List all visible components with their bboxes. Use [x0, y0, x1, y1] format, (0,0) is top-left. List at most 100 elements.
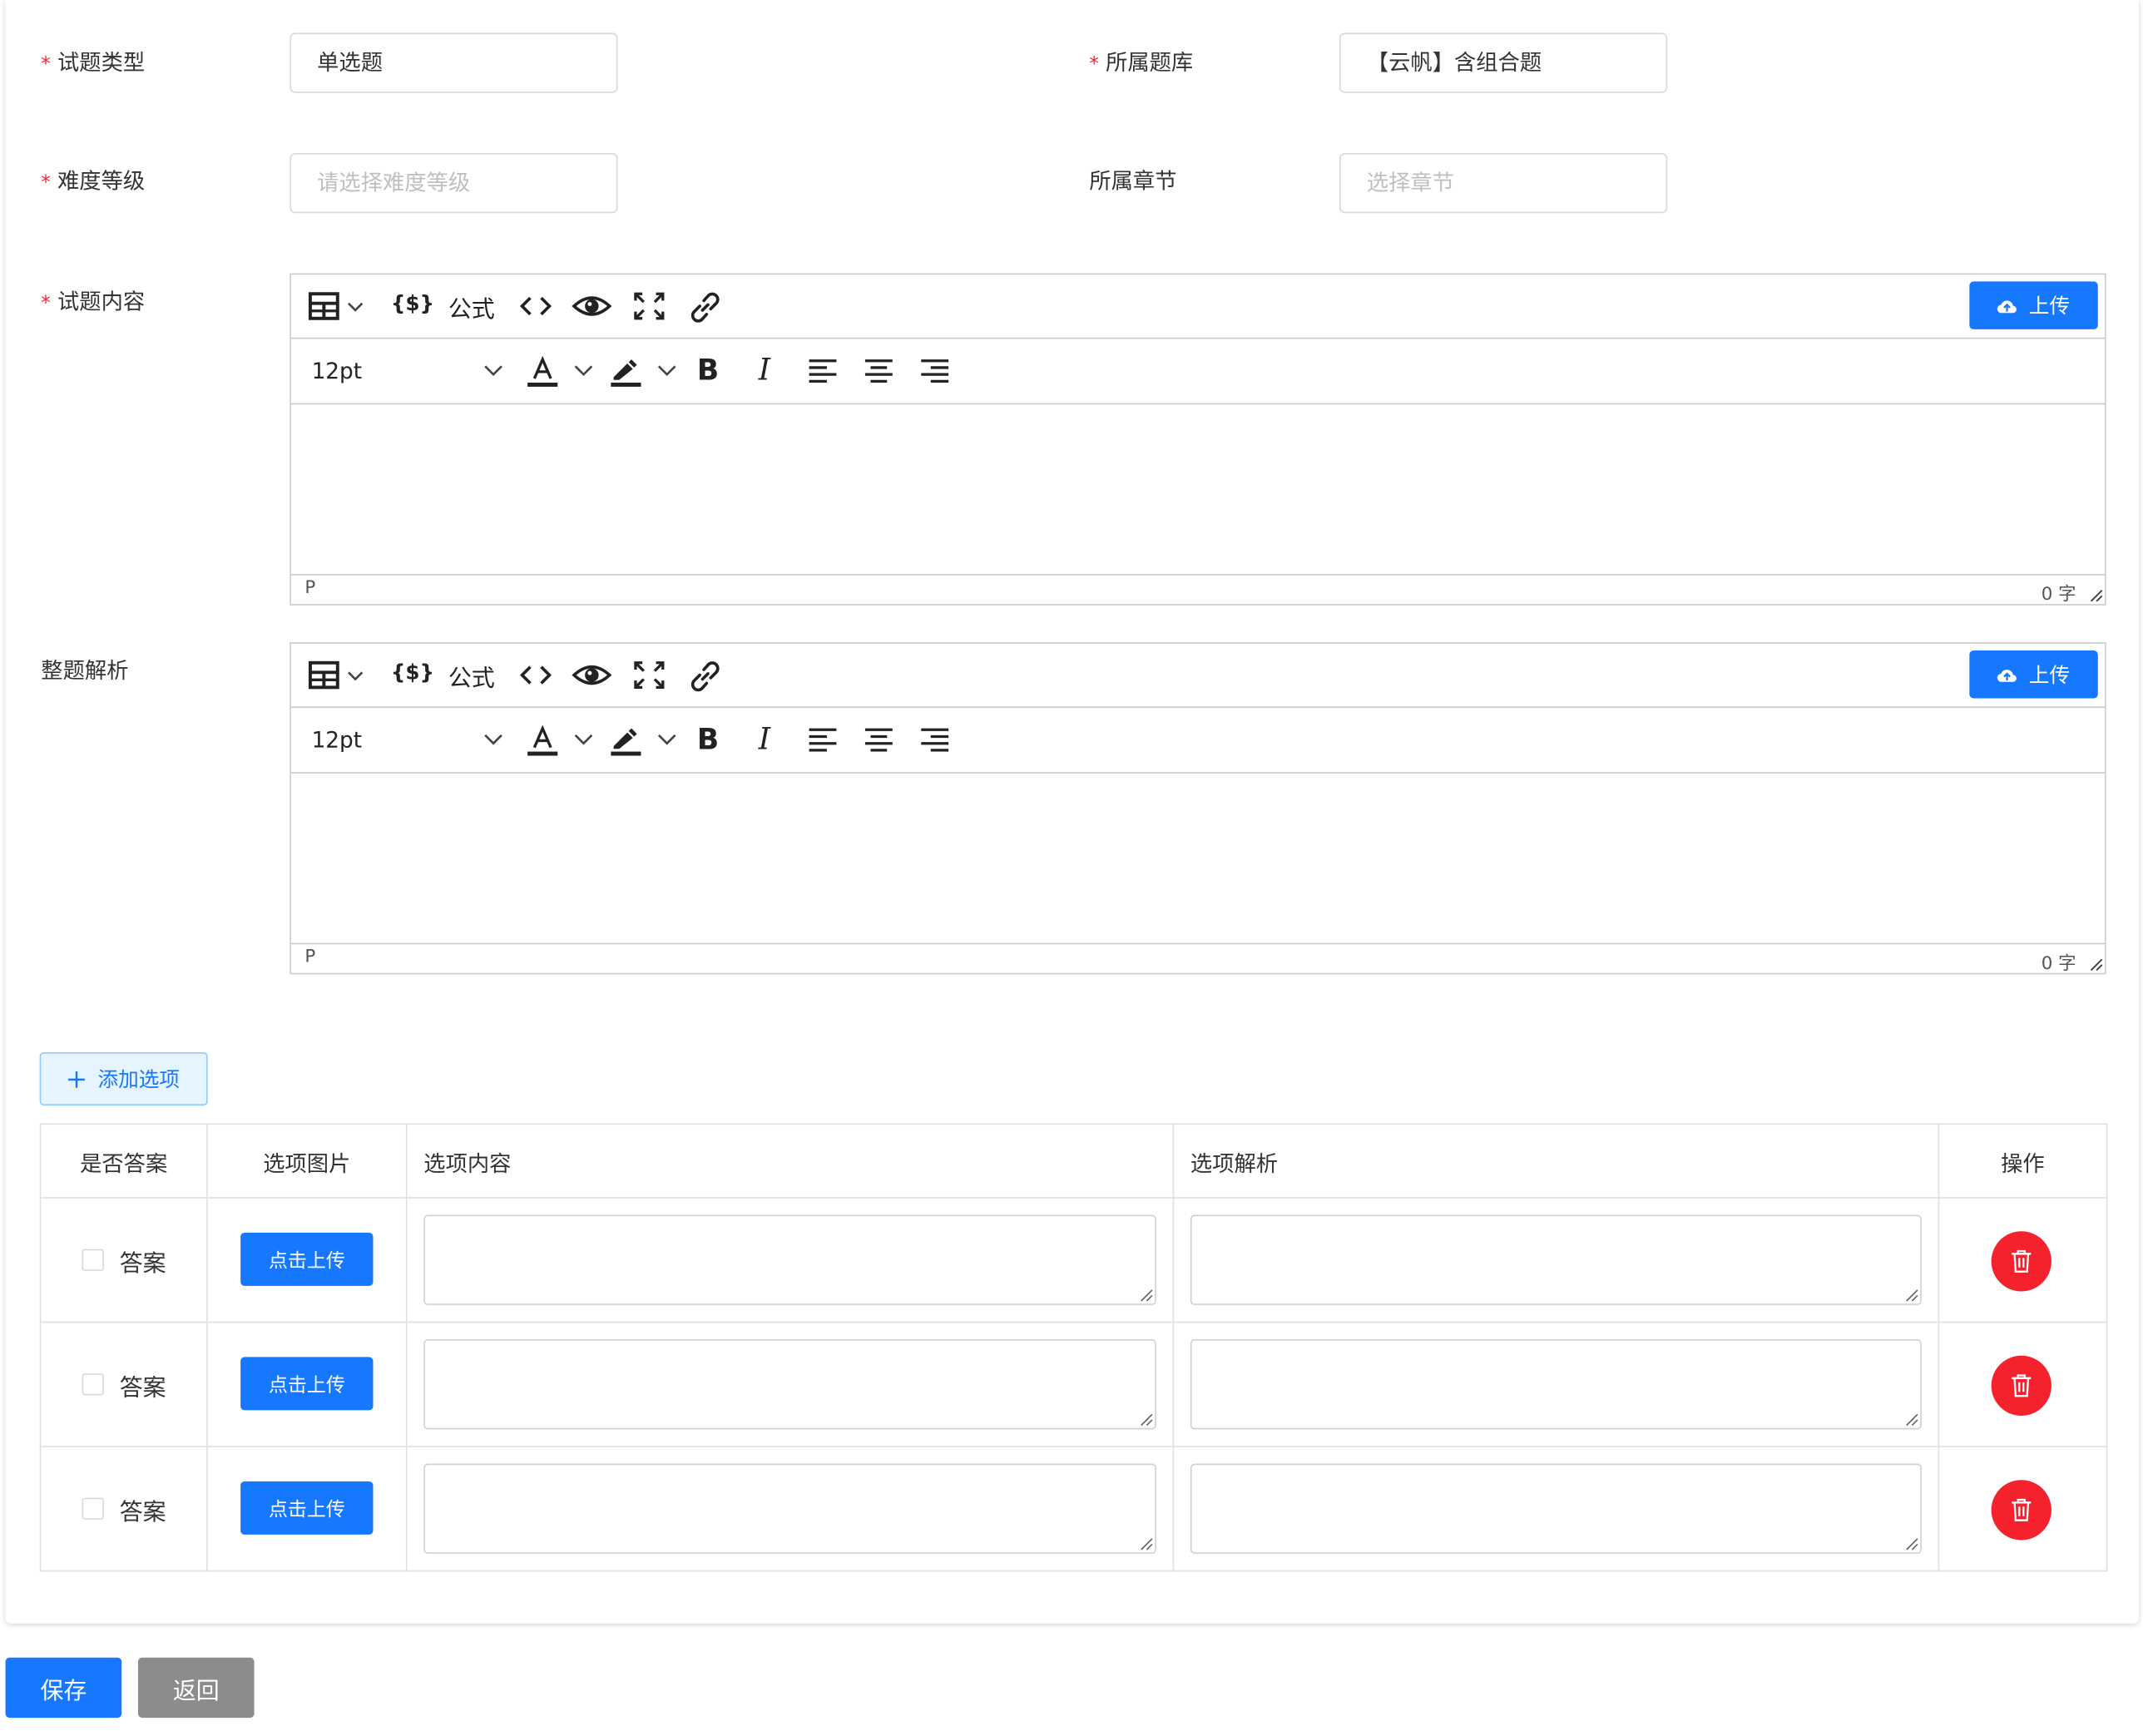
- content-editor: {$} 公式 上传 12pt B I P 0 字: [290, 273, 2106, 606]
- back-button[interactable]: 返回: [137, 1657, 255, 1719]
- highlight-color-icon[interactable]: [610, 725, 642, 757]
- align-left-icon[interactable]: [808, 358, 838, 383]
- editor-toolbar-format: 12pt B I: [290, 708, 2105, 774]
- highlight-color-icon[interactable]: [610, 355, 642, 388]
- template-variable-icon[interactable]: {$}: [391, 660, 434, 685]
- option-content-textarea[interactable]: [423, 1338, 1156, 1430]
- table-row: 答案 点击上传: [39, 1446, 2108, 1572]
- bold-icon[interactable]: B: [697, 723, 719, 755]
- answer-checkbox[interactable]: [81, 1249, 104, 1271]
- question-bank-select[interactable]: 【云帆】含组合题: [1339, 32, 1668, 93]
- font-size-select[interactable]: 12pt: [312, 358, 362, 383]
- resize-handle-icon[interactable]: [1905, 1288, 1918, 1302]
- difficulty-select[interactable]: 请选择难度等级: [290, 152, 618, 214]
- table-header-row: 是否答案 选项图片 选项内容 选项解析 操作: [39, 1123, 2108, 1199]
- delete-option-button[interactable]: [1991, 1480, 2051, 1541]
- font-color-icon[interactable]: [526, 725, 558, 757]
- table-row: 答案 点击上传: [39, 1321, 2108, 1447]
- resize-handle-icon[interactable]: [1140, 1537, 1153, 1551]
- header-option-content: 选项内容: [405, 1123, 1175, 1199]
- formula-button[interactable]: 公式: [448, 660, 495, 692]
- resize-handle-icon[interactable]: [1140, 1288, 1153, 1302]
- analysis-editor: {$} 公式 上传 12pt B I P 0 字: [290, 642, 2106, 975]
- chevron-down-icon[interactable]: [572, 359, 594, 381]
- chapter-label: 所属章节: [1089, 168, 1177, 195]
- formula-button[interactable]: 公式: [448, 291, 495, 324]
- plus-icon: [68, 1071, 86, 1087]
- click-upload-button[interactable]: 点击上传: [240, 1481, 374, 1535]
- fullscreen-icon[interactable]: [633, 660, 666, 690]
- chevron-down-icon[interactable]: [483, 729, 504, 750]
- italic-icon[interactable]: I: [759, 354, 770, 388]
- upload-button[interactable]: 上传: [1969, 650, 2098, 699]
- editor-statusbar: P 0 字: [290, 573, 2105, 606]
- resize-handle-icon[interactable]: [1140, 1413, 1153, 1427]
- element-path: P: [304, 947, 316, 968]
- content-label: * 试题内容: [41, 288, 146, 314]
- editor-toolbar-format: 12pt B I: [290, 339, 2105, 405]
- answer-checkbox-group[interactable]: 答案: [41, 1243, 206, 1277]
- editor-statusbar: P 0 字: [290, 942, 2105, 974]
- difficulty-label: * 难度等级: [41, 168, 146, 195]
- option-analysis-textarea[interactable]: [1190, 1463, 1922, 1554]
- delete-option-button[interactable]: [1991, 1231, 2051, 1292]
- word-count: 0 字: [2041, 585, 2076, 606]
- font-color-icon[interactable]: [526, 355, 558, 388]
- preview-eye-icon[interactable]: [572, 289, 612, 322]
- question-type-label: * 试题类型: [41, 49, 146, 76]
- option-content-textarea[interactable]: [423, 1214, 1156, 1305]
- align-right-icon[interactable]: [920, 727, 950, 752]
- header-option-image: 选项图片: [206, 1123, 408, 1199]
- align-center-icon[interactable]: [864, 358, 893, 383]
- link-icon[interactable]: [687, 289, 723, 325]
- chevron-down-icon[interactable]: [572, 729, 594, 750]
- click-upload-button[interactable]: 点击上传: [240, 1357, 374, 1411]
- answer-checkbox-group[interactable]: 答案: [41, 1368, 206, 1402]
- cloud-upload-icon: [1997, 299, 2017, 313]
- code-icon[interactable]: [518, 291, 554, 321]
- trash-icon: [2012, 1374, 2032, 1397]
- question-bank-label: * 所属题库: [1089, 49, 1194, 76]
- bold-icon[interactable]: B: [697, 354, 719, 386]
- code-icon[interactable]: [518, 660, 554, 690]
- align-center-icon[interactable]: [864, 727, 893, 752]
- chevron-down-icon[interactable]: [656, 729, 678, 750]
- header-is-answer: 是否答案: [39, 1123, 208, 1199]
- preview-eye-icon[interactable]: [572, 659, 612, 691]
- header-actions: 操作: [1938, 1123, 2108, 1199]
- option-content-textarea[interactable]: [423, 1463, 1156, 1554]
- template-variable-icon[interactable]: {$}: [391, 291, 434, 316]
- header-option-analysis: 选项解析: [1172, 1123, 1940, 1199]
- delete-option-button[interactable]: [1991, 1355, 2051, 1416]
- option-analysis-textarea[interactable]: [1190, 1338, 1922, 1430]
- chevron-down-icon[interactable]: [483, 359, 504, 381]
- save-button[interactable]: 保存: [5, 1657, 122, 1719]
- answer-checkbox-group[interactable]: 答案: [41, 1491, 206, 1526]
- question-type-select[interactable]: 单选题: [290, 32, 618, 93]
- add-option-button[interactable]: 添加选项: [39, 1051, 208, 1106]
- italic-icon[interactable]: I: [759, 723, 770, 757]
- editor-toolbar-top: {$} 公式 上传: [290, 644, 2105, 708]
- trash-icon: [2012, 1498, 2032, 1521]
- click-upload-button[interactable]: 点击上传: [240, 1232, 374, 1286]
- align-left-icon[interactable]: [808, 727, 838, 752]
- answer-checkbox[interactable]: [81, 1497, 104, 1520]
- upload-button[interactable]: 上传: [1969, 281, 2098, 329]
- option-analysis-textarea[interactable]: [1190, 1214, 1922, 1305]
- chapter-select[interactable]: 选择章节: [1339, 152, 1668, 214]
- options-table: 是否答案 选项图片 选项内容 选项解析 操作 答案 点击上传 答案 点击上传 答…: [39, 1123, 2108, 1572]
- resize-handle-icon[interactable]: [2090, 958, 2103, 972]
- fullscreen-icon[interactable]: [633, 291, 666, 321]
- resize-handle-icon[interactable]: [1905, 1413, 1918, 1427]
- font-size-select[interactable]: 12pt: [312, 727, 362, 753]
- table-icon[interactable]: [308, 291, 368, 321]
- answer-checkbox[interactable]: [81, 1373, 104, 1396]
- resize-handle-icon[interactable]: [1905, 1537, 1918, 1551]
- resize-handle-icon[interactable]: [2090, 589, 2103, 602]
- align-right-icon[interactable]: [920, 358, 950, 383]
- table-icon[interactable]: [308, 660, 368, 690]
- table-row: 答案 点击上传: [39, 1197, 2108, 1323]
- link-icon[interactable]: [687, 659, 723, 695]
- editor-toolbar-top: {$} 公式 上传: [290, 274, 2105, 339]
- chevron-down-icon[interactable]: [656, 359, 678, 381]
